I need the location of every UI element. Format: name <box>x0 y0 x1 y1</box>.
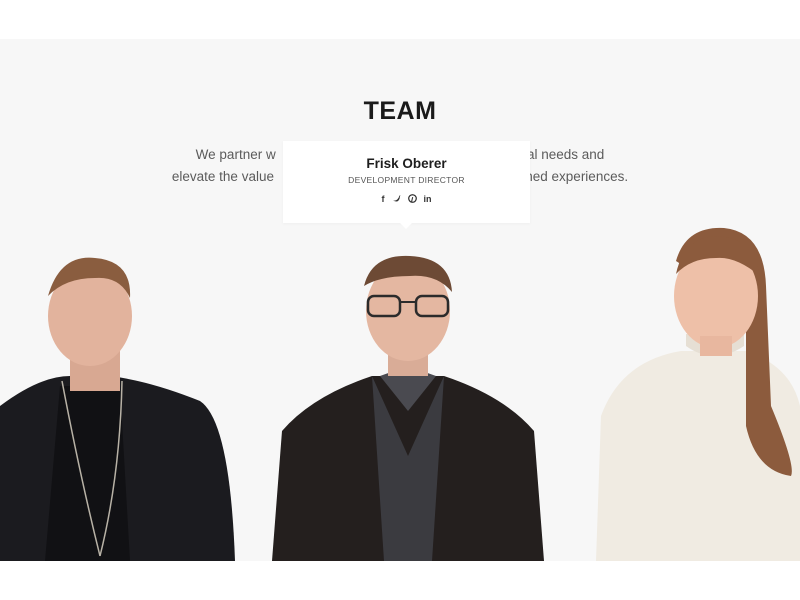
facebook-icon[interactable]: f <box>382 194 385 205</box>
twitter-icon[interactable] <box>392 194 401 205</box>
member-role: DEVELOPMENT DIRECTOR <box>348 175 465 185</box>
member-photo-left <box>0 257 235 561</box>
social-links: f in <box>283 194 530 205</box>
member-name: Frisk Oberer <box>366 156 447 171</box>
linkedin-icon[interactable]: in <box>424 194 432 205</box>
team-section: TEAM We partner w al needs and elevate t… <box>0 39 800 561</box>
section-title: TEAM <box>363 97 437 125</box>
team-member-frisk-oberer[interactable] <box>272 236 544 561</box>
member-tooltip: Frisk Oberer DEVELOPMENT DIRECTOR f in <box>283 141 530 229</box>
team-member-left[interactable] <box>0 236 240 561</box>
pinterest-icon[interactable] <box>407 194 417 205</box>
team-member-right[interactable] <box>596 226 800 561</box>
member-photo-right <box>596 227 800 561</box>
member-photo-frisk-oberer <box>272 255 544 561</box>
